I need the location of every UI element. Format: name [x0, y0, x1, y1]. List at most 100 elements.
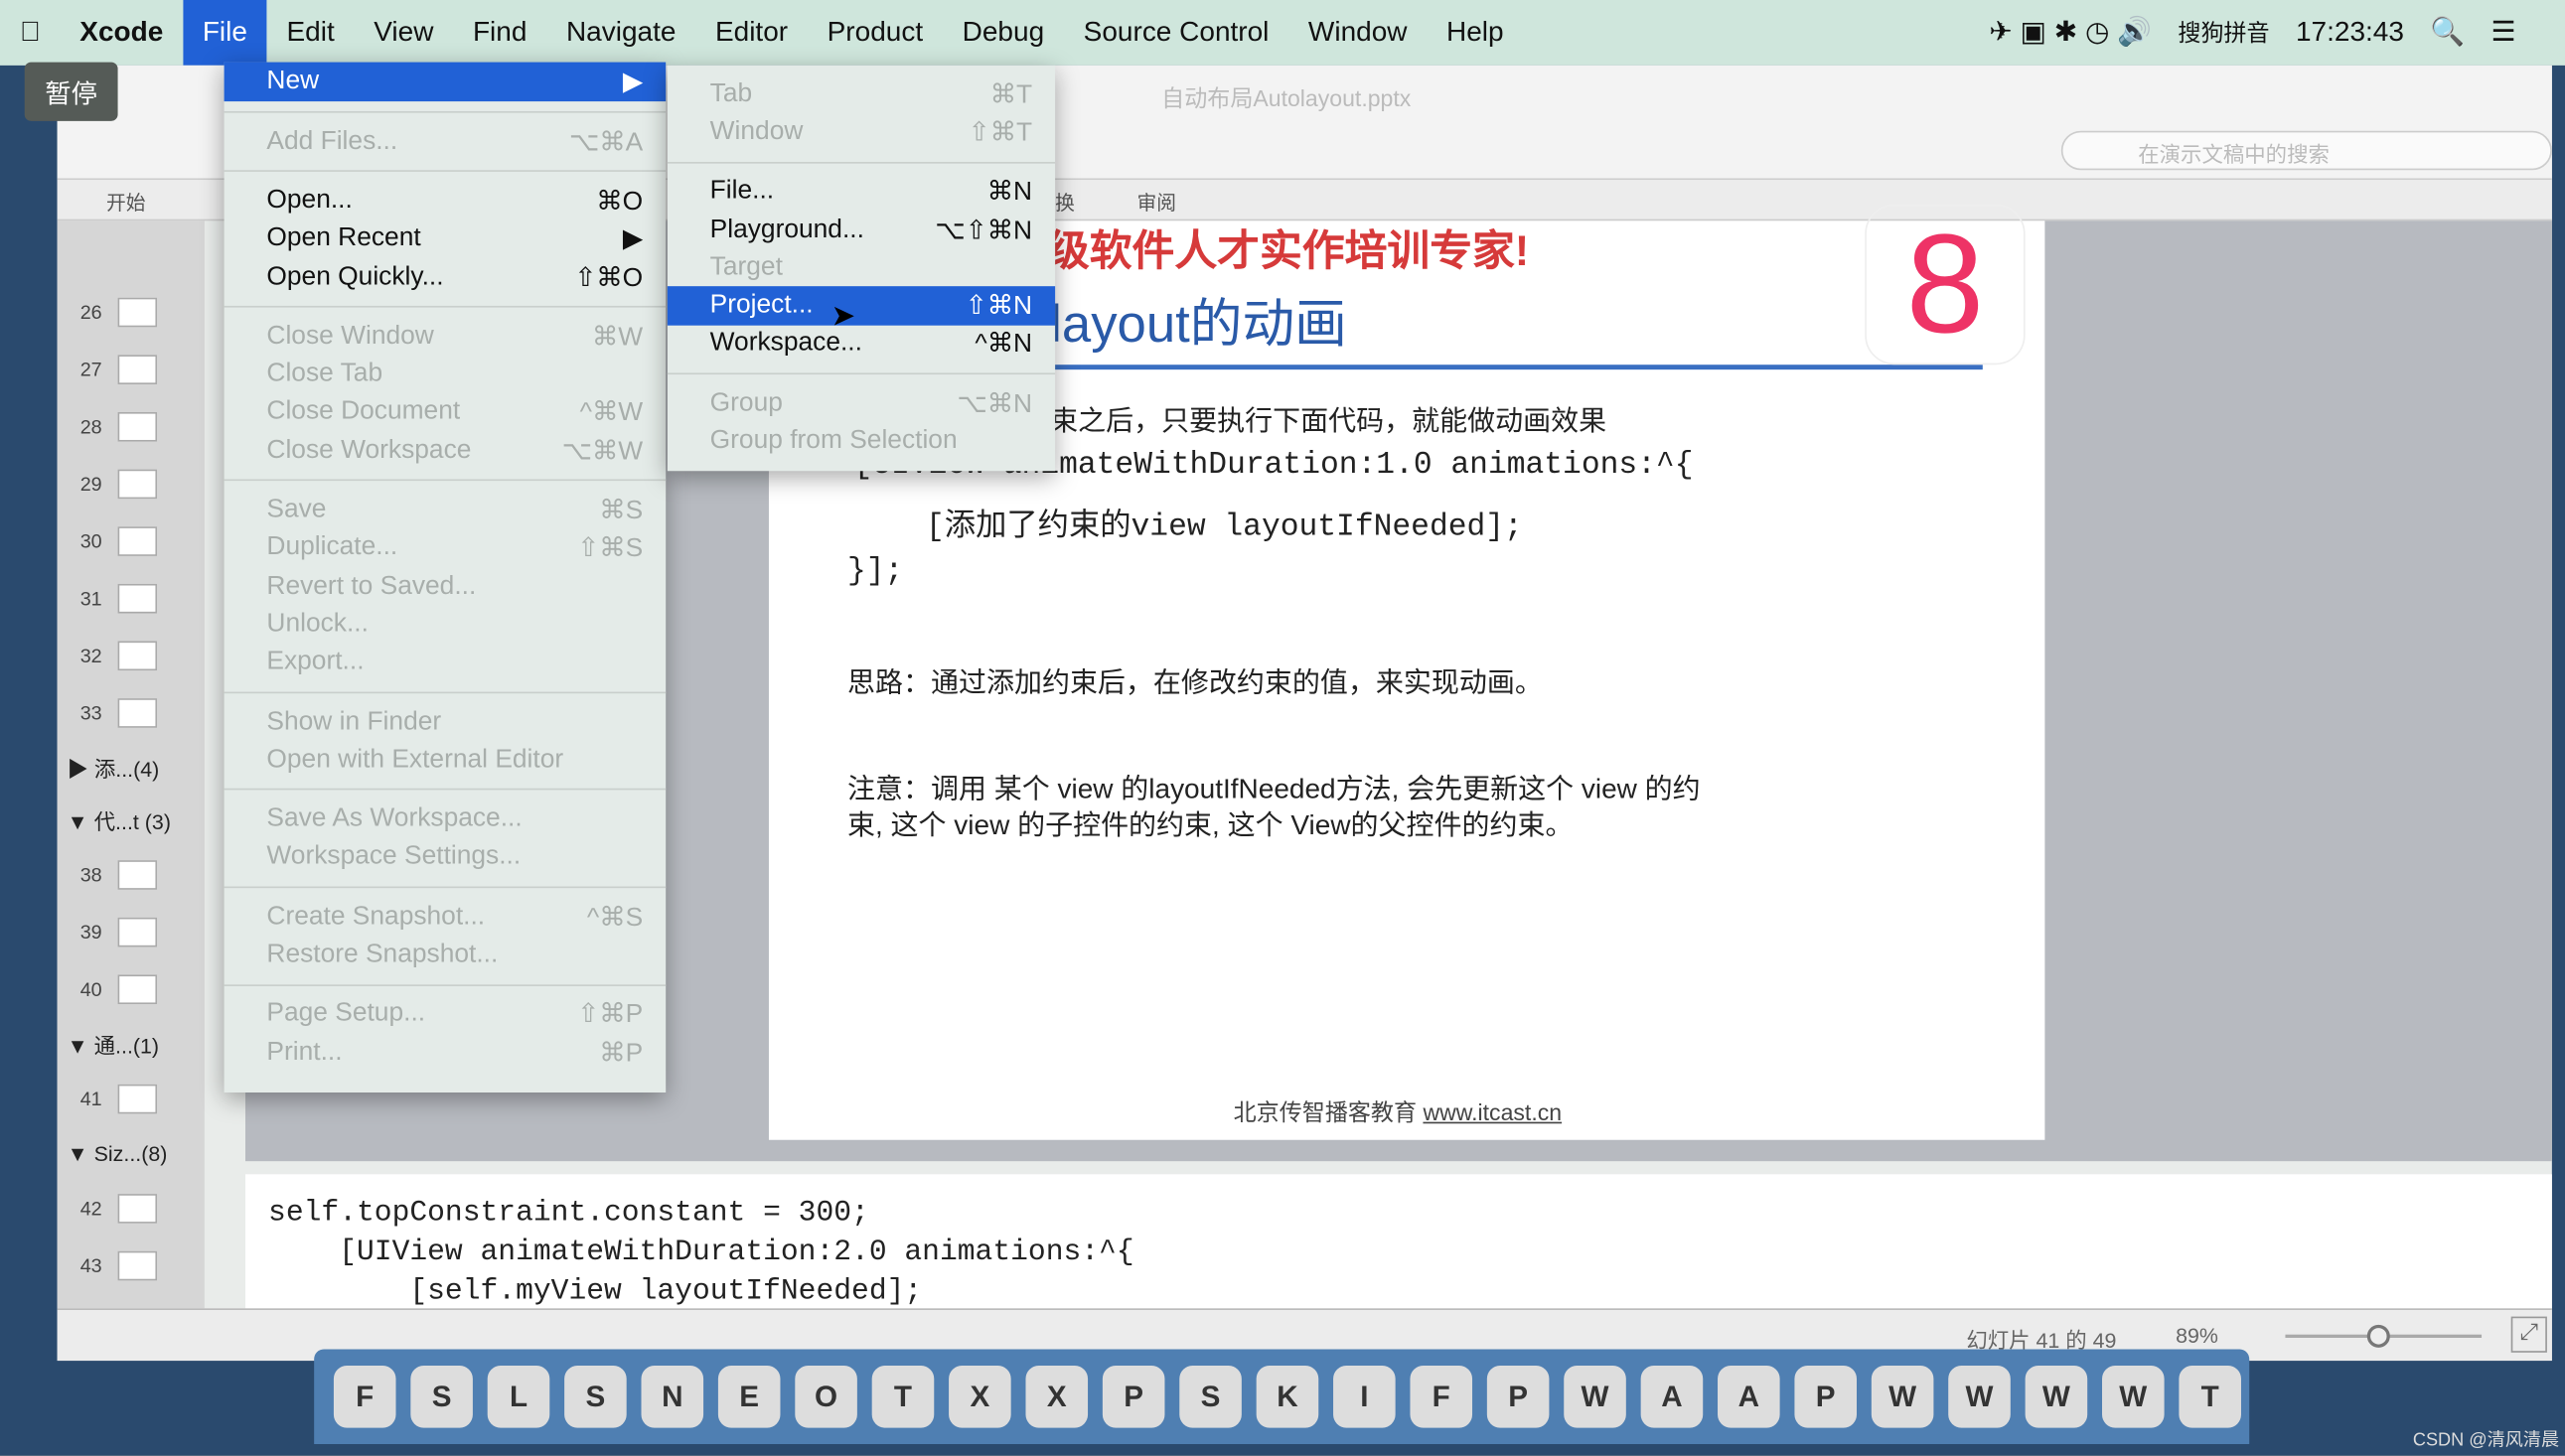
menu-item-save-as-workspace[interactable]: Save As Workspace...	[225, 801, 667, 838]
app-a-icon[interactable]: A	[1640, 1365, 1704, 1428]
slide-group[interactable]: ▼ 代...t (3)	[58, 794, 205, 846]
menu-item-project[interactable]: Project... ⇧⌘N	[667, 286, 1056, 326]
menu-editor[interactable]: Editor	[695, 0, 808, 66]
menu-item-open-with-external-editor[interactable]: Open with External Editor	[225, 741, 667, 779]
scissors-icon[interactable]: S	[1179, 1365, 1242, 1428]
slide-thumbnail[interactable]: 27	[58, 341, 205, 398]
menu-item-file[interactable]: File... ⌘N	[668, 173, 1055, 211]
menu-navigate[interactable]: Navigate	[546, 0, 695, 66]
menu-help[interactable]: Help	[1427, 0, 1523, 66]
safari-icon[interactable]: S	[564, 1365, 627, 1428]
keynote-icon[interactable]: K	[1256, 1365, 1319, 1428]
menu-item-target[interactable]: Target	[668, 249, 1055, 287]
slide-thumbnail[interactable]: 29	[58, 455, 205, 512]
menu-item-tab[interactable]: Tab ⌘T	[668, 75, 1055, 113]
footer-link[interactable]: www.itcast.cn	[1423, 1099, 1562, 1125]
tab-home[interactable]: 开始	[106, 188, 146, 216]
slide-thumbnail[interactable]: 33	[58, 683, 205, 741]
finder-icon[interactable]: F	[333, 1365, 396, 1428]
clock[interactable]: 17:23:43	[2296, 16, 2404, 49]
slide-thumbnail[interactable]: 42	[58, 1179, 205, 1237]
menu-item-add-files[interactable]: Add Files... ⌥⌘A	[225, 123, 667, 161]
slide-thumbnail[interactable]: 38	[58, 845, 205, 903]
filezilla-icon[interactable]: F	[1410, 1365, 1473, 1428]
slide-thumbnail[interactable]: 31	[58, 569, 205, 627]
pause-badge[interactable]: 暂停	[24, 62, 118, 121]
slide-thumbnail[interactable]: 32	[58, 627, 205, 684]
zoom-slider-handle[interactable]	[2366, 1324, 2390, 1348]
spotlight-icon[interactable]: 🔍	[2430, 16, 2465, 49]
xcode-icon[interactable]: X	[949, 1365, 1011, 1428]
word-icon[interactable]: W	[1564, 1365, 1626, 1428]
menu-item-close-document[interactable]: Close Document ^⌘W	[225, 393, 667, 431]
menu-item-playground[interactable]: Playground... ⌥⇧⌘N	[668, 211, 1055, 248]
tab-transitions[interactable]: 换	[1055, 188, 1075, 216]
menu-file[interactable]: File	[183, 0, 267, 66]
tab-review[interactable]: 审阅	[1136, 188, 1176, 216]
terminal-icon[interactable]: T	[871, 1365, 935, 1428]
menu-item-unlock[interactable]: Unlock...	[225, 606, 667, 644]
status-icons[interactable]: ✈ ▣ ✱ ◷ 🔊	[1989, 16, 2152, 49]
notes-pane[interactable]: self.topConstraint.constant = 300; [UIVi…	[245, 1174, 2552, 1309]
slide-thumbnail[interactable]: 30	[58, 511, 205, 569]
photoshop-icon[interactable]: P	[1486, 1365, 1550, 1428]
window-1-icon[interactable]: W	[1871, 1365, 1934, 1428]
menu-item-page-setup[interactable]: Page Setup... ⇧⌘P	[225, 995, 667, 1033]
app-menu[interactable]: Xcode	[61, 0, 184, 66]
menu-item-open-quickly[interactable]: Open Quickly... ⇧⌘O	[225, 258, 667, 296]
menu-source-control[interactable]: Source Control	[1064, 0, 1288, 66]
menu-window[interactable]: Window	[1288, 0, 1427, 66]
menu-item-workspace[interactable]: Workspace... ^⌘N	[668, 325, 1055, 363]
slide-thumbnail[interactable]: 43	[58, 1237, 205, 1294]
apple-icon[interactable]: 	[0, 0, 61, 66]
excel-icon[interactable]: E	[717, 1365, 781, 1428]
menu-item-duplicate[interactable]: Duplicate... ⇧⌘S	[225, 529, 667, 567]
app-b-icon[interactable]: A	[1718, 1365, 1780, 1428]
menu-item-window[interactable]: Window ⇧⌘T	[668, 113, 1055, 151]
onenote-icon[interactable]: O	[795, 1365, 857, 1428]
menu-item-open-recent[interactable]: Open Recent ▶	[225, 220, 667, 258]
menu-item-group[interactable]: Group ⌥⌘N	[668, 384, 1055, 422]
slide-thumbnail[interactable]: 26	[58, 283, 205, 341]
menu-item-close-workspace[interactable]: Close Workspace ⌥⌘W	[225, 432, 667, 470]
slide-thumbnail[interactable]: 28	[58, 397, 205, 455]
window-3-icon[interactable]: W	[2025, 1365, 2088, 1428]
trash-icon[interactable]: T	[2179, 1365, 2241, 1428]
notes-icon[interactable]: N	[641, 1365, 704, 1428]
menu-view[interactable]: View	[354, 0, 453, 66]
menu-find[interactable]: Find	[453, 0, 546, 66]
fullscreen-icon[interactable]: ⤢	[2510, 1316, 2547, 1353]
system-preferences-icon[interactable]: S	[410, 1365, 473, 1428]
xcode-alt-icon[interactable]: X	[1025, 1365, 1089, 1428]
slide-group[interactable]: ▶ 添...(4)	[58, 741, 205, 794]
menu-item-close-tab[interactable]: Close Tab	[225, 356, 667, 393]
menu-item-print[interactable]: Print... ⌘P	[225, 1034, 667, 1072]
menu-item-group-from-selection[interactable]: Group from Selection	[668, 422, 1055, 460]
window-4-icon[interactable]: W	[2102, 1365, 2165, 1428]
slide-group[interactable]: ▼ Siz...(8)	[58, 1127, 205, 1180]
menu-item-export[interactable]: Export...	[225, 644, 667, 681]
menu-item-revert-to-saved[interactable]: Revert to Saved...	[225, 567, 667, 605]
menu-item-save[interactable]: Save ⌘S	[225, 492, 667, 529]
slide-group[interactable]: ▼ 通...(1)	[58, 1017, 205, 1070]
instruments-icon[interactable]: I	[1333, 1365, 1396, 1428]
menu-edit[interactable]: Edit	[267, 0, 355, 66]
slide-thumbnail[interactable]: 39	[58, 903, 205, 960]
menu-item-workspace-settings[interactable]: Workspace Settings...	[225, 838, 667, 876]
ime-indicator[interactable]: 搜狗拼音	[2178, 16, 2269, 49]
notification-center-icon[interactable]: ☰	[2491, 16, 2516, 49]
menu-item-show-in-finder[interactable]: Show in Finder	[225, 703, 667, 741]
preview-icon[interactable]: P	[1794, 1365, 1858, 1428]
search-input[interactable]: 在演示文稿中的搜索	[2060, 130, 2552, 171]
menu-item-close-window[interactable]: Close Window ⌘W	[225, 318, 667, 356]
menu-item-open[interactable]: Open... ⌘O	[225, 182, 667, 219]
slide-thumbnail[interactable]: 40	[58, 960, 205, 1018]
launchpad-icon[interactable]: L	[487, 1365, 550, 1428]
menu-debug[interactable]: Debug	[943, 0, 1064, 66]
menu-item-restore-snapshot[interactable]: Restore Snapshot...	[225, 936, 667, 973]
menu-product[interactable]: Product	[808, 0, 943, 66]
window-2-icon[interactable]: W	[1948, 1365, 2011, 1428]
menu-item-new[interactable]: New ▶	[224, 62, 667, 102]
menu-item-create-snapshot[interactable]: Create Snapshot... ^⌘S	[225, 898, 667, 936]
slide-thumbnail[interactable]: 41	[58, 1070, 205, 1127]
